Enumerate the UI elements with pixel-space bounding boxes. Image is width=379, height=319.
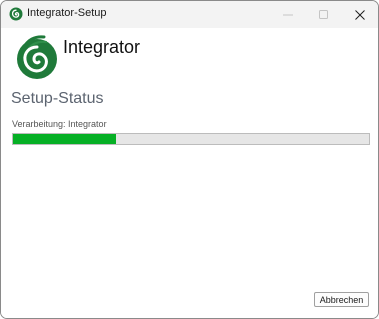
minimize-icon <box>283 14 293 15</box>
swirl-logo-icon <box>17 35 57 79</box>
minimize-button[interactable] <box>270 1 306 28</box>
progress-bar <box>12 133 370 145</box>
close-button[interactable] <box>342 1 378 28</box>
maximize-icon <box>319 9 328 19</box>
app-icon <box>9 7 23 21</box>
setup-content: Integrator Setup-Status Verarbeitung: In… <box>1 28 378 318</box>
maximize-button[interactable] <box>306 1 342 28</box>
cancel-button[interactable]: Abbrechen <box>314 292 369 307</box>
product-name: Integrator <box>63 37 141 57</box>
title-bar[interactable]: Integrator-Setup <box>1 1 378 28</box>
window-title: Integrator-Setup <box>27 7 107 19</box>
section-title: Setup-Status <box>11 90 104 107</box>
setup-window: Integrator-Setup Integrator Setup-Status… <box>0 0 379 319</box>
progress-fill <box>13 134 117 144</box>
close-icon <box>355 9 365 20</box>
status-text: Verarbeitung: Integrator <box>12 119 107 129</box>
